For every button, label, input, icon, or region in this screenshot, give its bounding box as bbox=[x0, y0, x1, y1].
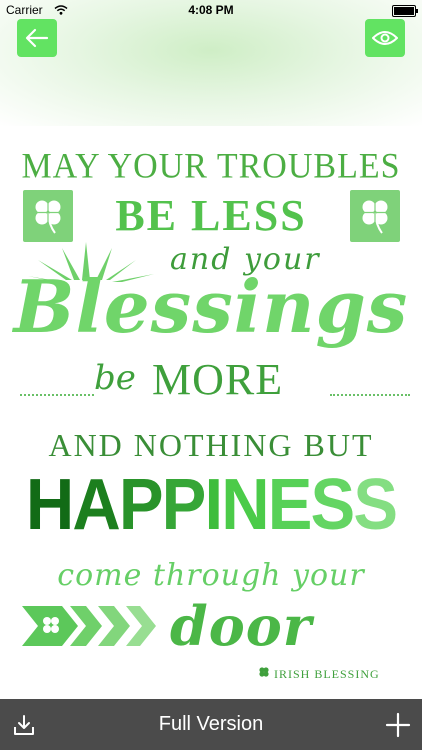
poster-credit: IRISH BLESSING bbox=[258, 666, 418, 682]
happiness-letter: P bbox=[118, 465, 164, 545]
poster-line-4: Blessings bbox=[13, 264, 409, 349]
battery-icon bbox=[392, 5, 418, 17]
arrow-left-icon bbox=[25, 28, 49, 48]
bottom-toolbar: Full Version bbox=[0, 699, 422, 750]
poster-line-5a: be bbox=[94, 358, 136, 398]
happiness-letter: E bbox=[267, 465, 313, 545]
poster-line-7: HAPPINESS bbox=[15, 464, 407, 546]
credit-label: IRISH BLESSING bbox=[274, 667, 380, 681]
happiness-letter: A bbox=[72, 465, 120, 545]
happiness-letter: S bbox=[353, 465, 398, 545]
dotted-divider bbox=[20, 394, 94, 396]
happiness-letter: S bbox=[310, 465, 356, 545]
back-button[interactable] bbox=[17, 19, 57, 57]
happiness-letter: P bbox=[161, 465, 207, 545]
poster-line-6: AND NOTHING BUT bbox=[48, 427, 374, 463]
view-button[interactable] bbox=[365, 19, 405, 57]
happiness-letter: N bbox=[221, 465, 269, 545]
clover-icon bbox=[350, 190, 400, 242]
blessing-poster: MAY YOUR TROUBLES BE LESS and your Bless… bbox=[0, 126, 422, 699]
happiness-letter: H bbox=[25, 465, 74, 545]
poster-line-9: door bbox=[170, 594, 313, 658]
poster-line-1: MAY YOUR TROUBLES bbox=[21, 147, 401, 186]
plus-icon bbox=[385, 712, 411, 737]
poster-line-8: come through your bbox=[57, 558, 365, 593]
eye-icon bbox=[372, 31, 398, 45]
poster-line-5b: MORE bbox=[152, 355, 284, 404]
download-icon bbox=[14, 714, 34, 735]
full-version-button[interactable]: Full Version bbox=[159, 713, 264, 736]
chevron-arrow-icon bbox=[22, 606, 156, 646]
happiness-letter: I bbox=[204, 465, 223, 545]
add-button[interactable] bbox=[374, 701, 422, 749]
status-time: 4:08 PM bbox=[188, 3, 234, 17]
status-bar: Carrier 4:08 PM bbox=[0, 0, 422, 20]
clover-icon bbox=[259, 667, 269, 677]
dotted-divider bbox=[330, 394, 410, 396]
download-button[interactable] bbox=[0, 701, 48, 749]
